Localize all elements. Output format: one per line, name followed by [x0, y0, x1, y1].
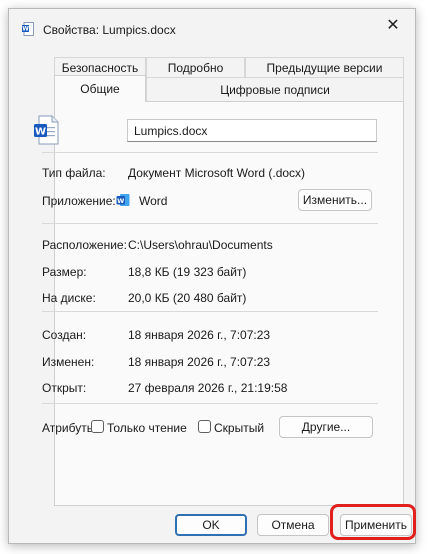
title-bar[interactable]: W Свойства: Lumpics.docx ✕ [9, 9, 415, 45]
svg-text:W: W [22, 26, 29, 33]
tab-previous-versions[interactable]: Предыдущие версии [245, 57, 404, 77]
tab-digital-signatures[interactable]: Цифровые подписи [146, 77, 404, 101]
modified-value: 18 января 2026 г., 7:07:23 [128, 355, 271, 369]
cancel-button[interactable]: Отмена [257, 514, 329, 536]
tab-general[interactable]: Общие [54, 75, 146, 102]
readonly-checkbox[interactable] [91, 420, 104, 433]
hidden-checkbox[interactable] [198, 420, 211, 433]
hidden-label[interactable]: Скрытый [214, 421, 264, 435]
file-name-input[interactable] [127, 119, 377, 142]
divider [42, 152, 378, 153]
word-app-icon: W [116, 194, 130, 206]
change-app-button[interactable]: Изменить... [298, 189, 372, 211]
ok-button[interactable]: OK [175, 514, 247, 536]
svg-text:W: W [117, 197, 124, 205]
size-label: Размер: [42, 265, 87, 279]
advanced-attributes-button[interactable]: Другие... [279, 416, 373, 438]
tab-details[interactable]: Подробно [146, 57, 245, 77]
divider [42, 311, 378, 312]
readonly-label[interactable]: Только чтение [107, 421, 187, 435]
modified-label: Изменен: [42, 355, 95, 369]
word-document-icon: W [34, 115, 59, 145]
created-label: Создан: [42, 328, 87, 342]
close-button[interactable]: ✕ [371, 9, 415, 41]
application-label: Приложение: [42, 194, 116, 208]
window-title: Свойства: Lumpics.docx [43, 23, 176, 37]
word-doc-icon: W [22, 22, 34, 36]
tab-security[interactable]: Безопасность [54, 57, 146, 77]
size-value: 18,8 КБ (19 323 байт) [128, 265, 247, 279]
close-icon: ✕ [386, 17, 400, 34]
divider [42, 223, 378, 224]
location-value: C:\Users\ohrau\Documents [128, 238, 273, 252]
size-on-disk-value: 20,0 КБ (20 480 байт) [128, 291, 247, 305]
created-value: 18 января 2026 г., 7:07:23 [128, 328, 271, 342]
file-type-value: Документ Microsoft Word (.docx) [128, 166, 306, 180]
divider [42, 403, 378, 404]
file-type-label: Тип файла: [42, 166, 106, 180]
properties-dialog: W Свойства: Lumpics.docx ✕ Безопасность … [8, 8, 416, 544]
location-label: Расположение: [42, 238, 127, 252]
svg-text:W: W [35, 126, 46, 137]
apply-highlight-frame [330, 504, 416, 540]
opened-value: 27 февраля 2026 г., 21:19:58 [128, 381, 288, 395]
size-on-disk-label: На диске: [42, 291, 96, 305]
application-value: Word [139, 194, 168, 208]
opened-label: Открыт: [42, 381, 87, 395]
